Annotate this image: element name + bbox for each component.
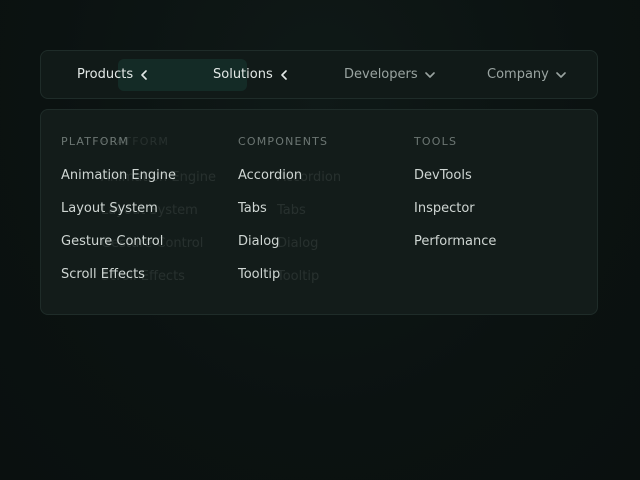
chevron-down-icon [424,71,435,78]
nav-item-developers[interactable]: Developers [344,51,435,98]
ghost-link: Dialog [277,236,319,251]
menu-link-performance[interactable]: Performance [414,234,496,249]
section-title: TOOLS [414,135,458,148]
menu-link-tabs[interactable]: Tabs [238,201,267,216]
main-navbar: Products Solutions Developers Company [40,50,598,99]
nav-item-products[interactable]: Products [77,51,148,98]
section-title: COMPONENTS [238,135,329,148]
nav-item-solutions[interactable]: Solutions [213,51,288,98]
chevron-left-icon [141,69,147,80]
nav-item-label: Solutions [213,67,273,82]
nav-item-label: Company [487,67,549,82]
menu-link-dialog[interactable]: Dialog [238,234,279,249]
nav-item-label: Products [77,67,134,82]
chevron-left-icon [280,69,287,80]
ghost-link: Tabs [277,203,306,218]
nav-item-label: Developers [344,67,418,82]
mega-menu-dropdown: PLATFORM Animation Engine Layout System … [40,109,598,315]
menu-link-tooltip[interactable]: Tooltip [238,267,280,282]
menu-link-layout-system[interactable]: Layout System [61,201,158,216]
menu-link-devtools[interactable]: DevTools [414,168,472,183]
menu-link-scroll-effects[interactable]: Scroll Effects [61,267,145,282]
menu-link-inspector[interactable]: Inspector [414,201,475,216]
menu-link-gesture-control[interactable]: Gesture Control [61,234,163,249]
section-title: PLATFORM [61,135,130,148]
chevron-down-icon [556,71,566,78]
menu-link-animation-engine[interactable]: Animation Engine [61,168,176,183]
ghost-link: Tooltip [277,269,320,284]
menu-link-accordion[interactable]: Accordion [238,168,302,183]
nav-item-company[interactable]: Company [487,51,566,98]
